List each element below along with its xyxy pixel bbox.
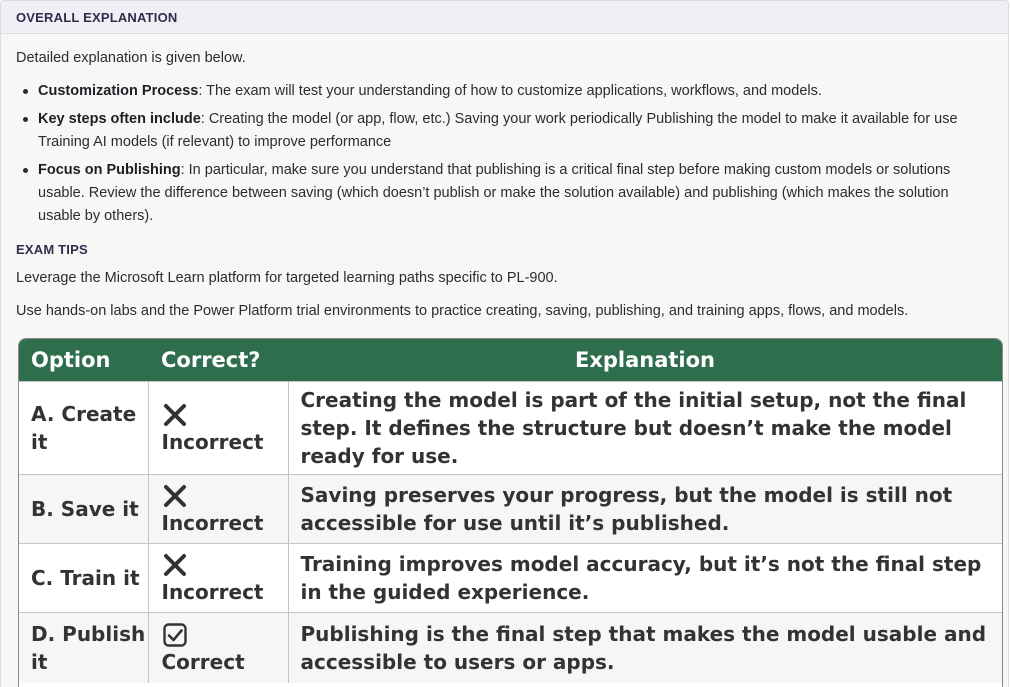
list-item: Key steps often include: Creating the mo… [23, 108, 993, 154]
option-cell: D. Publish it [19, 612, 149, 683]
explanation-cell: Saving preserves your progress, but the … [288, 474, 1002, 544]
option-cell: B. Save it [19, 474, 149, 544]
explanation-cell: Publishing is the final step that makes … [288, 612, 1002, 683]
table-row: A. Create it Incorrect Creating the mode… [19, 381, 1002, 475]
cross-icon [163, 554, 186, 576]
status-cell: Incorrect [148, 543, 289, 613]
checkbox-check-icon [162, 623, 187, 647]
explanation-content: Detailed explanation is given below. Cus… [1, 47, 1008, 323]
bullet-dot-icon [23, 168, 28, 173]
exam-tip: Use hands-on labs and the Power Platform… [16, 303, 909, 319]
explanation-cell: Creating the model is part of the initia… [288, 381, 1002, 475]
status-label: Incorrect [161, 430, 264, 454]
overall-explanation-panel: OVERALL EXPLANATION Detailed explanation… [0, 0, 1009, 687]
header-correct: Correct? [148, 339, 288, 382]
bullet-term: Key steps often include [38, 111, 201, 127]
cross-icon [163, 404, 186, 426]
intro-text: Detailed explanation is given below. [16, 50, 246, 66]
table-row: B. Save it Incorrect Saving preserves yo… [19, 474, 1002, 544]
cross-icon [163, 485, 186, 507]
bullet-dot-icon [23, 117, 28, 122]
status-cell: Incorrect [148, 474, 289, 544]
explanation-cell: Training improves model accuracy, but it… [288, 543, 1002, 613]
header-option: Option [19, 339, 148, 382]
list-item: Customization Process: The exam will tes… [23, 80, 993, 103]
options-table-image: Option Correct? Explanation A. Create it… [18, 338, 1003, 687]
status-cell: Incorrect [148, 381, 289, 475]
section-header: OVERALL EXPLANATION [1, 1, 1008, 34]
options-table: Option Correct? Explanation A. Create it… [19, 339, 1002, 683]
status-label: Correct [161, 650, 245, 674]
bullet-term: Customization Process [38, 83, 199, 99]
list-item: Focus on Publishing: In particular, make… [23, 159, 993, 228]
bullet-term: Focus on Publishing [38, 162, 181, 178]
option-cell: C. Train it [19, 543, 149, 613]
bullet-list: Customization Process: The exam will tes… [16, 80, 993, 228]
bullet-dot-icon [23, 89, 28, 94]
table-row: D. Publish it Correct Publishing is the … [19, 612, 1002, 683]
status-cell: Correct [148, 612, 289, 683]
exam-tips-title: EXAM TIPS [16, 242, 88, 257]
header-explanation: Explanation [288, 339, 1002, 382]
exam-tip: Leverage the Microsoft Learn platform fo… [16, 270, 558, 286]
bullet-text: : The exam will test your understanding … [198, 83, 822, 99]
table-row: C. Train it Incorrect Training improves … [19, 543, 1002, 613]
section-title: OVERALL EXPLANATION [16, 9, 178, 25]
status-label: Incorrect [161, 580, 264, 604]
table-header-row: Option Correct? Explanation [19, 339, 1002, 382]
status-label: Incorrect [161, 511, 264, 535]
option-cell: A. Create it [19, 381, 149, 475]
